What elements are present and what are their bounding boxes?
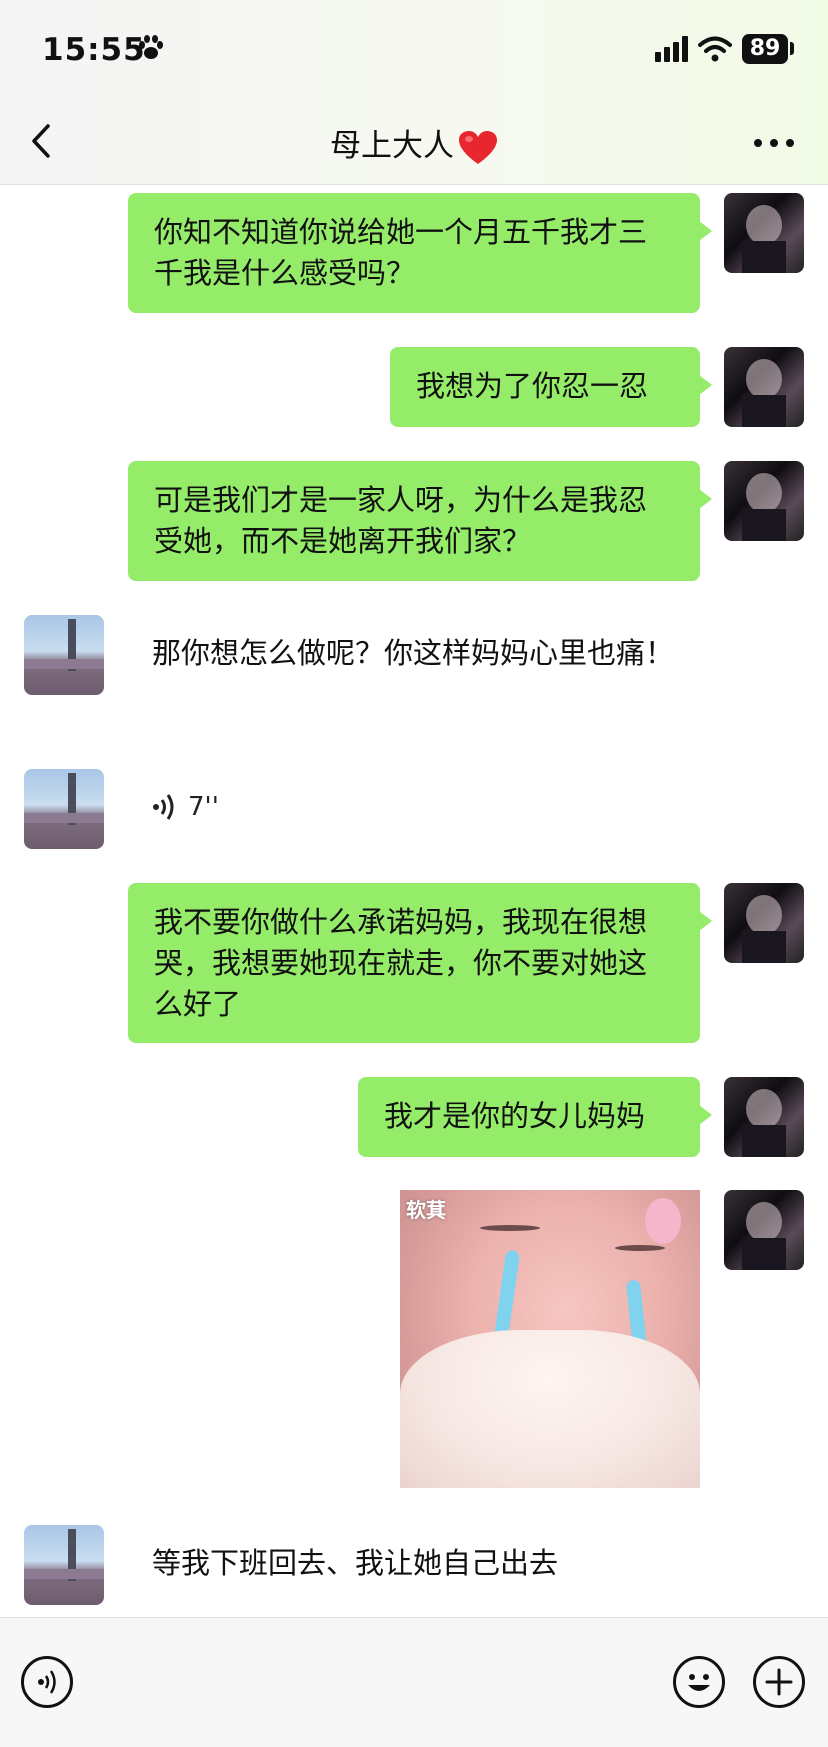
wifi-icon [698, 36, 732, 62]
add-more-button[interactable] [753, 1656, 805, 1708]
chat-title: 母上大人 [0, 120, 828, 166]
status-time: 15:55 [42, 32, 146, 68]
paw-icon [139, 35, 163, 59]
battery-icon: 89 [742, 34, 788, 64]
voice-wave-icon [153, 794, 174, 820]
avatar-contact[interactable] [24, 769, 104, 849]
message-bubble-self[interactable]: 我不要你做什么承诺妈妈，我现在很想哭，我想要她现在就走，你不要对她这么好了 [128, 883, 712, 1043]
heart-icon [459, 130, 497, 164]
sticker-blanket [400, 1330, 700, 1488]
sticker-eye [615, 1245, 665, 1251]
emoji-icon [688, 1674, 710, 1691]
avatar-self[interactable] [724, 1190, 804, 1270]
plus-icon [765, 1668, 793, 1696]
chat-header: 母上大人 [0, 100, 828, 185]
sticker-eye [480, 1225, 540, 1231]
voice-duration: 7'' [188, 792, 219, 822]
chat-title-text: 母上大人 [330, 128, 454, 164]
voice-input-icon [38, 1670, 56, 1694]
message-bubble-self[interactable]: 我才是你的女儿妈妈 [358, 1077, 712, 1157]
pig-icon [645, 1198, 681, 1244]
sticker-tear [493, 1249, 521, 1341]
battery-tip [790, 42, 794, 55]
message-bubble-self[interactable]: 我想为了你忍一忍 [390, 347, 712, 427]
input-bar [0, 1617, 828, 1747]
avatar-contact[interactable] [24, 615, 104, 695]
signal-icon [655, 36, 688, 62]
message-text-contact[interactable]: 那你想怎么做呢？你这样妈妈心里也痛！ [152, 633, 692, 674]
avatar-self[interactable] [724, 883, 804, 963]
avatar-self[interactable] [724, 1077, 804, 1157]
voice-message[interactable]: 7'' [152, 792, 219, 822]
avatar-contact[interactable] [24, 1525, 104, 1605]
emoji-button[interactable] [673, 1656, 725, 1708]
status-bar: 15:55 89 [0, 0, 828, 100]
voice-input-button[interactable] [21, 1656, 73, 1708]
message-text-contact[interactable]: 等我下班回去、我让她自己出去 [152, 1543, 712, 1584]
avatar-self[interactable] [724, 461, 804, 541]
more-icon[interactable] [752, 136, 796, 150]
message-bubble-self[interactable]: 你知不知道你说给她一个月五千我才三千我是什么感受吗？ [128, 193, 712, 313]
sticker-image[interactable]: 软萁 [400, 1190, 700, 1488]
avatar-self[interactable] [724, 347, 804, 427]
message-list[interactable]: 你知不知道你说给她一个月五千我才三千我是什么感受吗？ 我想为了你忍一忍 可是我们… [0, 185, 828, 1617]
sticker-caption: 软萁 [406, 1198, 446, 1222]
avatar-self[interactable] [724, 193, 804, 273]
message-bubble-self[interactable]: 可是我们才是一家人呀，为什么是我忍受她，而不是她离开我们家？ [128, 461, 712, 581]
